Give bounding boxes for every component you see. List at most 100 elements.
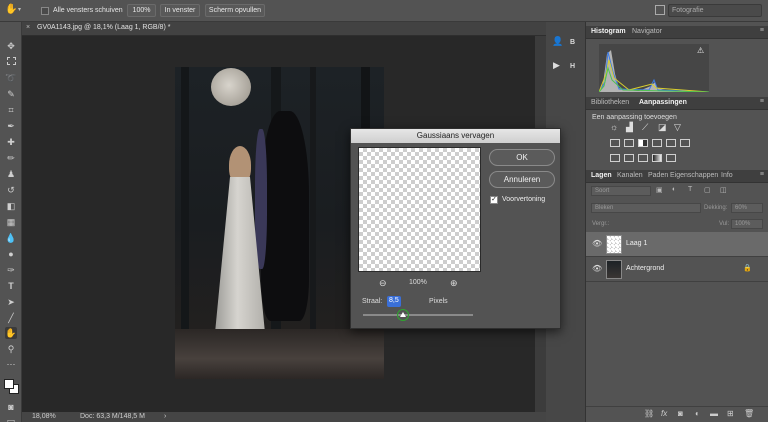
workspace-select[interactable]: Fotografie [668,4,762,17]
type-filter-icon[interactable]: T [688,186,692,193]
brush-tool-icon[interactable]: ✏ [5,152,17,164]
history-brush-tool-icon[interactable]: ↺ [5,184,17,196]
layer-row-laag-1[interactable]: 👁 Laag 1 [586,232,768,257]
blend-mode-select[interactable]: Bleken [591,203,701,213]
new-layer-icon[interactable]: ⊞ [727,409,734,418]
pixel-filter-icon[interactable]: ▣ [656,186,663,194]
quick-mask-icon[interactable]: ◙ [5,401,17,413]
layer-name[interactable]: Achtergrond [626,265,664,272]
clone-stamp-tool-icon[interactable]: ♟ [5,168,17,180]
status-zoom[interactable]: 18,08% [32,413,56,420]
chevron-down-icon[interactable]: ▾ [18,6,21,13]
curves-icon[interactable]: ⟋ [642,122,648,133]
tab-info[interactable]: Info [721,172,733,179]
screen-mode-icon[interactable]: ▭ [5,415,17,422]
line-tool-icon[interactable]: ╱ [5,312,17,324]
black-white-icon[interactable] [638,139,648,147]
radius-slider-track[interactable] [363,314,473,316]
group-icon[interactable]: ▬ [710,409,718,418]
close-tab-icon[interactable]: × [26,24,30,31]
radius-slider-thumb[interactable] [396,309,409,321]
lasso-tool-icon[interactable]: ➰ [5,72,17,84]
zoom-tool-icon[interactable]: ⚲ [5,343,17,355]
vibrance-icon[interactable]: ▽ [674,122,681,133]
hand-tool-icon[interactable]: ✋ [5,4,17,15]
selective-color-icon[interactable] [666,154,676,162]
adjust-filter-icon[interactable]: ◐ [672,186,676,193]
fit-window-button[interactable]: In venster [160,4,200,17]
status-arrow-icon[interactable]: › [164,413,166,420]
dock-item-2[interactable]: ▶ H [550,60,582,74]
path-select-tool-icon[interactable]: ➤ [5,296,17,308]
marquee-tool-icon[interactable] [5,56,17,68]
hand-tool-icon[interactable]: ✋ [5,327,17,339]
gaussian-blur-dialog: Gaussiaans vervagen ⊖ 100% ⊕ Straal: 8,5… [350,128,561,329]
dodge-tool-icon[interactable]: ● [5,248,17,260]
fx-icon[interactable]: fx [661,409,667,418]
tab-properties[interactable]: Eigenschappen [670,172,718,179]
layer-name[interactable]: Laag 1 [626,240,647,247]
opacity-input[interactable]: 60% [731,203,763,213]
zoom-100-button[interactable]: 100% [127,4,156,17]
eye-icon[interactable]: 👁 [592,265,602,273]
workspace-label: Fotografie [672,7,704,14]
fill-screen-button[interactable]: Scherm opvullen [205,4,265,17]
levels-icon[interactable]: ▟ [626,122,633,133]
shape-filter-icon[interactable]: ▢ [704,186,711,194]
dock-item-1[interactable]: 👤 B [550,36,582,50]
type-tool-icon[interactable]: T [5,280,17,292]
panel-menu-icon[interactable]: ≡ [760,98,764,105]
threshold-icon[interactable] [638,154,648,162]
tab-channels[interactable]: Kanalen [617,172,643,179]
exposure-icon[interactable]: ◪ [658,122,667,133]
smart-filter-icon[interactable]: ◫ [720,186,727,194]
hue-icon[interactable] [610,139,620,147]
blur-preview[interactable] [358,147,481,272]
color-balance-icon[interactable] [624,139,634,147]
cancel-button[interactable]: Annuleren [489,171,555,188]
eraser-tool-icon[interactable]: ◧ [5,200,17,212]
adjustment-layer-icon[interactable]: ◐ [695,409,700,418]
all-windows-checkbox[interactable] [41,6,49,15]
channel-mixer-icon[interactable] [666,139,676,147]
brightness-icon[interactable]: ☼ [610,122,618,132]
crop-tool-icon[interactable]: ⌗ [5,104,17,116]
ok-button[interactable]: OK [489,149,555,166]
zoom-out-icon[interactable]: ⊖ [379,278,387,289]
link-icon[interactable]: ⛓ [644,409,654,418]
preview-checkbox[interactable]: ✓ [490,196,498,204]
move-tool-icon[interactable]: ✥ [5,40,17,52]
photo-filter-icon[interactable] [652,139,662,147]
trash-icon[interactable]: 🗑 [744,409,754,418]
workspace-icon[interactable] [655,5,665,15]
tab-libraries[interactable]: Bibliotheken [591,99,629,106]
pen-tool-icon[interactable]: ✑ [5,264,17,276]
blur-tool-icon[interactable]: 💧 [5,232,17,244]
radius-input[interactable]: 8,5 [387,296,401,307]
quick-select-tool-icon[interactable]: ✎ [5,88,17,100]
document-tab-title[interactable]: GV0A1143.jpg @ 18,1% (Laag 1, RGB/8) * [37,24,170,31]
eyedropper-tool-icon[interactable]: ✒ [5,120,17,132]
posterize-icon[interactable] [624,154,634,162]
tab-adjustments[interactable]: Aanpassingen [639,99,687,106]
gradient-tool-icon[interactable]: ▦ [5,216,17,228]
panel-menu-icon[interactable]: ≡ [760,171,764,178]
zoom-in-icon[interactable]: ⊕ [450,278,458,289]
invert-icon[interactable] [610,154,620,162]
fill-input[interactable]: 100% [731,219,763,229]
layer-row-achtergrond[interactable]: 👁 Achtergrond 🔒 [586,257,768,282]
mask-icon[interactable]: ◙ [678,409,683,418]
kind-filter-select[interactable]: Soort [591,186,651,196]
tab-paths[interactable]: Paden [648,172,668,179]
healing-brush-tool-icon[interactable]: ✚ [5,136,17,148]
eye-icon[interactable]: 👁 [592,240,602,248]
foreground-color-swatch[interactable] [4,379,14,389]
panel-menu-icon[interactable]: ≡ [760,27,764,34]
warning-icon[interactable]: ⚠ [697,46,704,55]
gradient-map-icon[interactable] [652,154,662,162]
color-lookup-icon[interactable] [680,139,690,147]
tab-layers[interactable]: Lagen [591,172,612,179]
tab-histogram[interactable]: Histogram [591,28,626,35]
more-tools-icon[interactable]: ⋯ [5,358,17,370]
tab-navigator[interactable]: Navigator [632,28,662,35]
